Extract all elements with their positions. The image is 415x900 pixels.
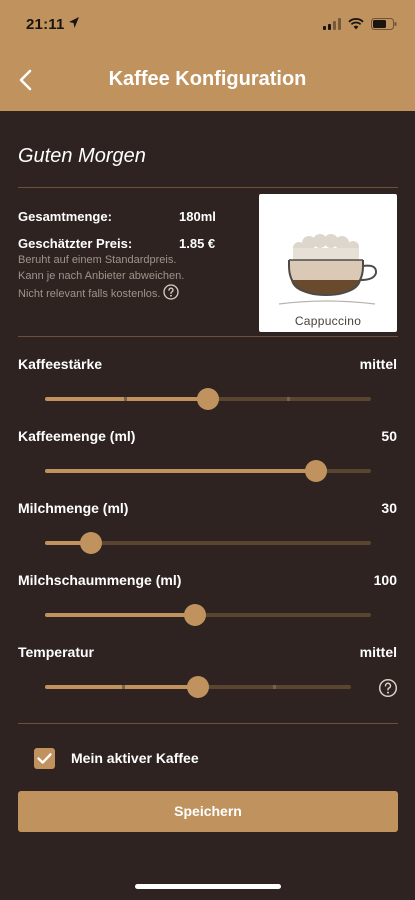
divider [18,336,398,337]
slider-label: Milchschaummenge (ml) [18,572,182,588]
slider-label: Temperatur [18,644,94,660]
price-note-line: Kann je nach Anbieter abweichen. [18,270,185,282]
divider [18,187,398,188]
status-icons [323,17,397,31]
price-value: 1.85 € [179,236,216,251]
price-note-line: Nicht relevant falls kostenlos. [18,284,258,302]
slider-thumb[interactable] [304,460,327,482]
status-time: 21:11 [26,16,65,33]
question-circle-icon[interactable] [163,284,180,300]
signal-icon [323,18,341,30]
price-note-text: Nicht relevant falls kostenlos. [18,288,161,300]
slider-value: mittel [359,644,397,660]
price-note: Beruht auf einem Standardpreis. Kann je … [18,252,258,302]
page-title: Kaffee Konfiguration [108,68,307,90]
location-arrow-icon [69,17,79,28]
slider-thumb[interactable] [183,604,206,626]
active-coffee-checkbox[interactable] [34,748,55,769]
slider-value: 100 [373,572,397,588]
slider-value: 30 [381,500,397,516]
home-indicator [135,884,281,889]
slider-label: Kaffeemenge (ml) [18,428,136,444]
slider-fill [45,613,195,617]
status-bar: 21:11 [0,0,415,44]
slider-tick [124,397,127,401]
question-circle-icon[interactable] [378,678,398,698]
total-amount-value: 180ml [179,209,216,224]
active-coffee-label: Mein aktiver Kaffee [71,750,199,766]
milk-foam-amount-slider[interactable] [45,604,371,626]
wifi-icon [348,18,364,30]
slider-fill [45,469,316,473]
drink-preview-card[interactable]: Cappuccino [259,194,397,332]
slider-tick [287,397,290,401]
price-label: Geschätzter Preis: [18,236,133,251]
slider-tick [273,685,276,689]
slider-value: mittel [359,356,397,372]
milk-amount-slider[interactable] [45,532,371,554]
total-amount-label: Gesamtmenge: [18,209,112,224]
slider-thumb[interactable] [187,676,209,698]
greeting-text: Guten Morgen [18,145,146,167]
coffee-strength-slider[interactable] [45,388,371,410]
slider-label: Milchmenge (ml) [18,500,129,516]
divider [18,723,398,724]
slider-label: Kaffeestärke [18,356,103,372]
price-note-line: Beruht auf einem Standardpreis. [18,254,177,266]
battery-icon [371,18,397,30]
slider-value: 50 [381,428,397,444]
header-bar: 21:11 Kaffee Konfiguration [0,0,415,111]
slider-thumb[interactable] [197,388,219,410]
checkmark-icon [37,753,52,764]
slider-tick [122,685,125,689]
coffee-amount-slider[interactable] [45,460,371,482]
drink-name: Cappuccino [294,314,362,328]
slider-thumb[interactable] [79,532,102,554]
cappuccino-cup-icon [278,234,378,305]
save-button[interactable]: Speichern [18,791,398,832]
temperature-slider[interactable] [45,676,351,698]
